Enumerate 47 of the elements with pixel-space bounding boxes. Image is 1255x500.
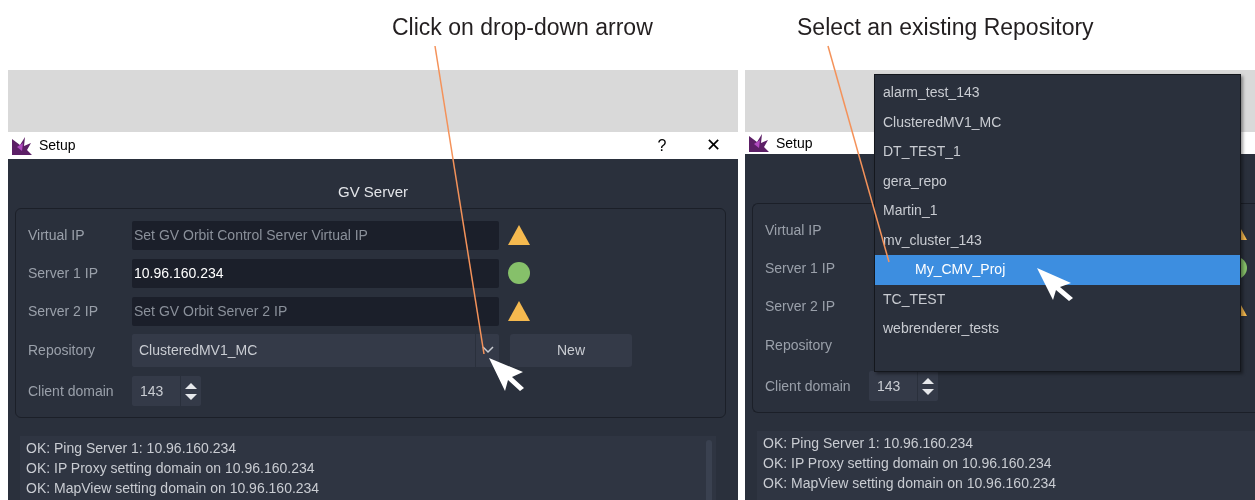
status-ok-icon bbox=[508, 262, 530, 284]
warning-icon bbox=[508, 224, 530, 246]
dropdown-option[interactable]: webrenderer_tests bbox=[875, 314, 1240, 344]
field-label: Server 1 IP bbox=[765, 258, 837, 278]
field-label: Client domain bbox=[28, 381, 115, 401]
app-logo-icon bbox=[748, 132, 770, 154]
callout-text: Click on drop-down arrow bbox=[392, 14, 653, 40]
mouse-pointer-icon bbox=[1037, 268, 1073, 301]
log-line: OK: MapView setting domain on 10.96.160.234 bbox=[763, 474, 1058, 493]
chevron-down-icon bbox=[481, 346, 494, 354]
callout-text: Select an existing Repository bbox=[797, 14, 1094, 40]
dropdown-option[interactable]: gera_repo bbox=[875, 166, 1240, 196]
text-field[interactable]: 10.96.160.234 bbox=[132, 258, 499, 288]
stepper-arrows-icon bbox=[922, 377, 934, 395]
log-line: OK: Ping Server 1: 10.96.160.234 bbox=[26, 439, 238, 458]
close-button[interactable]: ✕ bbox=[702, 132, 724, 159]
dropdown-option[interactable]: alarm_test_143 bbox=[875, 78, 1240, 108]
dropdown-option[interactable]: ClusteredMV1_MC bbox=[875, 107, 1240, 137]
log-line: OK: MapView setting domain on 10.96.160.234 bbox=[26, 479, 321, 498]
field-label: Server 1 IP bbox=[28, 263, 100, 283]
warning-icon bbox=[508, 300, 530, 322]
spin-box[interactable]: 143 bbox=[132, 376, 201, 406]
text-field[interactable]: Set GV Orbit Control Server Virtual IP bbox=[132, 220, 499, 250]
section-title: GV Server bbox=[338, 182, 408, 202]
log-line: OK: Ping Server 1: 10.96.160.234 bbox=[763, 434, 975, 453]
field-label: Server 2 IP bbox=[765, 296, 837, 316]
dropdown-option[interactable]: mv_cluster_143 bbox=[875, 225, 1240, 255]
log-line: OK: IP Proxy setting domain on 10.96.160.234 bbox=[763, 454, 1053, 473]
dropdown-option[interactable]: DT_TEST_1 bbox=[875, 137, 1240, 167]
field-label: Server 2 IP bbox=[28, 301, 100, 321]
field-label: Virtual IP bbox=[765, 220, 823, 240]
dropdown-option[interactable]: TC_TEST bbox=[875, 284, 1240, 314]
window-title: Setup bbox=[776, 133, 813, 153]
spin-box[interactable]: 143 bbox=[869, 371, 938, 401]
new-button[interactable]: New bbox=[510, 333, 632, 367]
repository-dropdown[interactable]: ClusteredMV1_MC bbox=[132, 333, 499, 367]
dropdown-option[interactable]: Martin_1 bbox=[875, 196, 1240, 226]
mouse-pointer-icon bbox=[489, 358, 524, 391]
help-button[interactable]: ? bbox=[650, 133, 674, 158]
window-title: Setup bbox=[39, 136, 76, 155]
field-label: Repository bbox=[765, 335, 833, 355]
stepper-arrows-icon bbox=[185, 382, 197, 400]
field-label: Virtual IP bbox=[28, 225, 86, 245]
field-label: Client domain bbox=[765, 376, 852, 396]
text-field[interactable]: Set GV Orbit Server 2 IP bbox=[132, 296, 499, 326]
field-label: Repository bbox=[28, 340, 96, 360]
log-line: OK: IP Proxy setting domain on 10.96.160.234 bbox=[26, 459, 316, 478]
